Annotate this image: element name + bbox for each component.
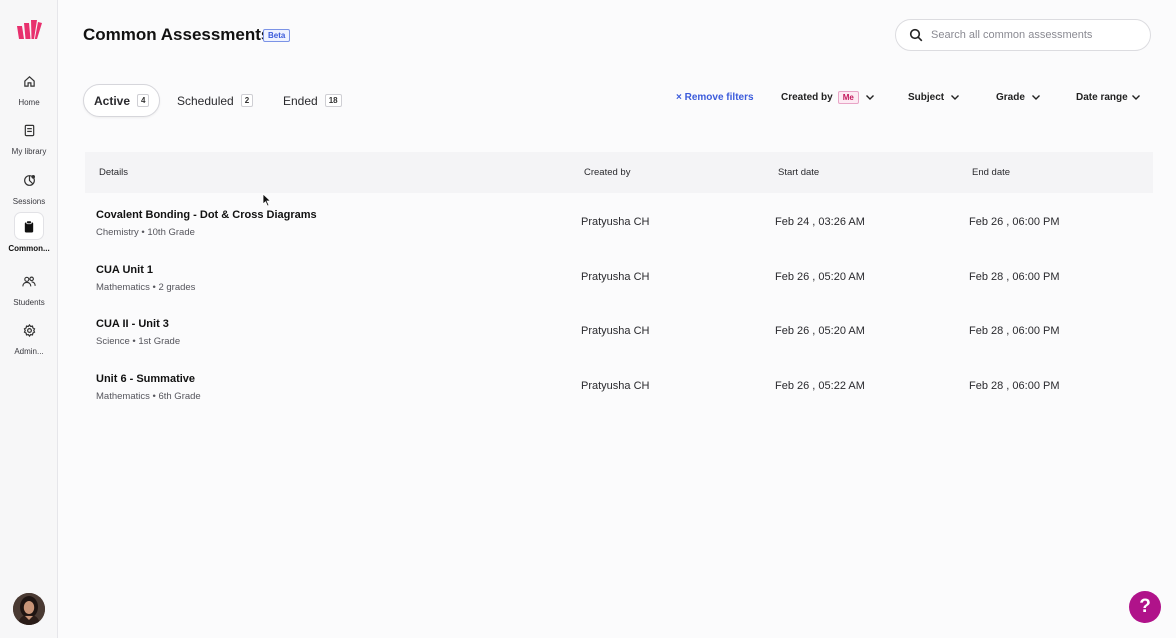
sessions-icon — [15, 167, 43, 193]
assessment-title: Unit 6 - Summative — [96, 373, 196, 385]
filter-label: Grade — [996, 91, 1025, 103]
tab-count-badge: 2 — [240, 94, 254, 107]
students-icon — [15, 268, 43, 294]
chevron-down-icon — [1131, 92, 1141, 102]
end-date-cell: Feb 28 , 06:00 PM — [969, 325, 1060, 337]
mouse-cursor-icon — [262, 193, 272, 207]
created-by-cell: Pratyusha CH — [581, 380, 650, 392]
start-date-cell: Feb 26 , 05:20 AM — [775, 271, 865, 283]
tab-label: Scheduled — [177, 93, 234, 108]
sidebar-item-label: My library — [11, 147, 47, 156]
created-by-filter[interactable]: Created by Me — [781, 90, 875, 104]
search-icon — [909, 28, 923, 42]
sidebar-item-my-library[interactable]: My library — [0, 117, 58, 161]
clipboard-icon — [14, 212, 44, 240]
assessment-subtitle: Science • 1st Grade — [96, 336, 181, 347]
beta-badge: Beta — [263, 29, 291, 42]
table-row[interactable]: CUA II - Unit 3 Science • 1st Grade Prat… — [85, 316, 1153, 370]
chevron-down-icon — [865, 92, 875, 102]
sidebar-item-common-assessments[interactable]: Common... — [0, 212, 58, 256]
created-by-cell: Pratyusha CH — [581, 325, 650, 337]
sidebar-item-admin[interactable]: Admin... — [0, 317, 58, 361]
tab-scheduled[interactable]: Scheduled 2 — [177, 84, 254, 117]
start-date-cell: Feb 24 , 03:26 AM — [775, 216, 865, 228]
assessment-title: CUA Unit 1 — [96, 264, 154, 276]
tab-ended[interactable]: Ended 18 — [283, 84, 342, 117]
library-icon — [15, 117, 43, 143]
assessment-title: Covalent Bonding - Dot & Cross Diagrams — [96, 209, 317, 221]
table-row[interactable]: Covalent Bonding - Dot & Cross Diagrams … — [85, 207, 1153, 261]
tab-count-badge: 4 — [137, 94, 150, 107]
sidebar: Home My library Sessions Common... Stude… — [0, 0, 58, 638]
tab-label: Active — [94, 93, 131, 108]
tab-count-badge: 18 — [324, 94, 342, 107]
remove-filters-button[interactable]: × Remove filters — [676, 90, 754, 104]
end-date-cell: Feb 26 , 06:00 PM — [969, 216, 1060, 228]
column-header-created-by: Created by — [584, 167, 631, 178]
start-date-cell: Feb 26 , 05:22 AM — [775, 380, 865, 392]
assessment-title: CUA II - Unit 3 — [96, 318, 169, 330]
avatar[interactable] — [13, 593, 45, 625]
me-badge: Me — [837, 90, 859, 104]
sidebar-item-sessions[interactable]: Sessions — [0, 167, 58, 211]
column-header-details: Details — [99, 167, 129, 178]
table-row[interactable]: Unit 6 - Summative Mathematics • 6th Gra… — [85, 371, 1153, 425]
assessment-subtitle: Chemistry • 10th Grade — [96, 227, 195, 238]
date-range-filter[interactable]: Date range — [1076, 90, 1141, 104]
sidebar-item-label: Common... — [8, 244, 50, 253]
column-header-start-date: Start date — [778, 167, 820, 178]
start-date-cell: Feb 26 , 05:20 AM — [775, 325, 865, 337]
table-header: Details Created by Start date End date — [85, 152, 1153, 193]
grade-filter[interactable]: Grade — [996, 90, 1041, 104]
assessment-subtitle: Mathematics • 2 grades — [96, 282, 196, 293]
sidebar-item-label: Sessions — [12, 197, 46, 206]
chevron-down-icon — [1031, 92, 1041, 102]
tab-label: Ended — [283, 93, 318, 108]
sidebar-item-label: Students — [13, 298, 45, 307]
table-row[interactable]: CUA Unit 1 Mathematics • 2 grades Pratyu… — [85, 262, 1153, 316]
assessment-subtitle: Mathematics • 6th Grade — [96, 391, 201, 402]
column-header-end-date: End date — [972, 167, 1011, 178]
brand-logo-icon[interactable] — [15, 20, 43, 40]
subject-filter[interactable]: Subject — [908, 90, 960, 104]
gear-icon — [15, 317, 43, 343]
page-title: Common Assessments — [83, 25, 271, 44]
filter-label: Date range — [1076, 91, 1128, 103]
tab-active[interactable]: Active 4 — [83, 84, 161, 117]
end-date-cell: Feb 28 , 06:00 PM — [969, 380, 1060, 392]
help-button[interactable]: ? — [1129, 591, 1161, 623]
chevron-down-icon — [950, 92, 960, 102]
search-box[interactable] — [895, 19, 1151, 51]
filter-label: Subject — [908, 91, 945, 103]
created-by-cell: Pratyusha CH — [581, 216, 650, 228]
search-input[interactable] — [931, 29, 1131, 41]
sidebar-item-students[interactable]: Students — [0, 268, 58, 312]
sidebar-item-label: Admin... — [14, 347, 44, 356]
filter-label: Created by — [781, 91, 833, 103]
created-by-cell: Pratyusha CH — [581, 271, 650, 283]
end-date-cell: Feb 28 , 06:00 PM — [969, 271, 1060, 283]
sidebar-item-label: Home — [18, 98, 40, 107]
sidebar-item-home[interactable]: Home — [0, 68, 58, 112]
home-icon — [15, 68, 43, 94]
